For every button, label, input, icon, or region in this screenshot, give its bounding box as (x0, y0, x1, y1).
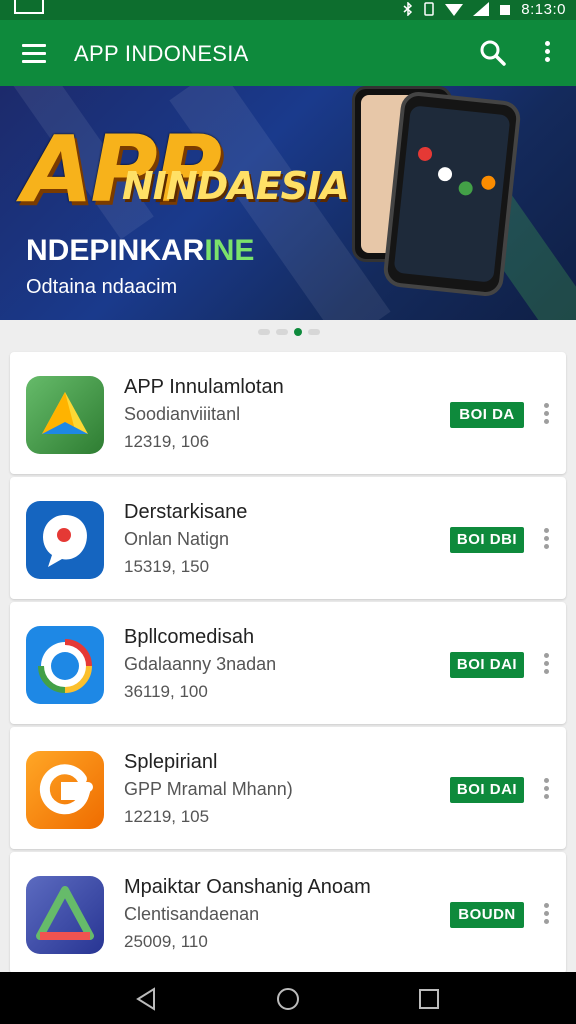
item-overflow-icon[interactable] (538, 400, 554, 430)
app-list-item[interactable]: Splepirianl GPP Mramal Mhann) 12219, 105… (10, 727, 566, 849)
item-overflow-icon[interactable] (538, 775, 554, 805)
vibrate-icon (424, 2, 435, 16)
status-icons: 8:13:0 (403, 0, 566, 18)
app-name: APP Innulamlotan (124, 376, 284, 398)
carousel-dot[interactable] (276, 329, 288, 335)
carousel-indicator[interactable] (258, 328, 320, 336)
banner-heading-main: NDEPINKAR (26, 234, 205, 267)
install-button[interactable]: BOI DA (450, 402, 524, 428)
app-download-count: 12219, 105 (124, 807, 210, 826)
install-button[interactable]: BOI DBI (450, 527, 524, 553)
app-developer: Onlan Natign (124, 529, 230, 549)
app-bar: APP INDONESIA (0, 20, 576, 86)
app-list-item[interactable]: Mpaiktar Oanshanig Anoam Clentisandaenan… (10, 852, 566, 974)
install-button[interactable]: BOI DAI (450, 652, 524, 678)
app-download-count: 36119, 100 (124, 682, 208, 701)
banner-heading: NDEPINKARINE (26, 234, 254, 268)
app-download-count: 12319, 106 (124, 432, 210, 451)
banner-subheading: Odtaina ndaacim (26, 276, 178, 298)
app-developer: GPP Mramal Mhann) (124, 779, 293, 799)
app-download-count: 25009, 110 (124, 932, 208, 951)
app-title: APP INDONESIA (74, 41, 249, 66)
battery-icon (500, 5, 511, 15)
overflow-menu-icon[interactable] (532, 38, 562, 68)
app-developer: Clentisandaenan (124, 904, 260, 924)
app-download-count: 15319, 150 (124, 557, 210, 576)
chat-bubble-icon (26, 501, 104, 579)
item-overflow-icon[interactable] (538, 650, 554, 680)
notification-icon (14, 0, 44, 14)
letter-g-icon (26, 751, 104, 829)
menu-icon[interactable] (20, 41, 48, 65)
recents-icon[interactable] (416, 986, 442, 1012)
app-name: Splepirianl (124, 751, 218, 773)
item-overflow-icon[interactable] (538, 525, 554, 555)
home-icon[interactable] (275, 986, 301, 1012)
promo-banner[interactable]: APP NINDAESIA NDEPINKARINE Odtaina ndaac… (0, 86, 576, 320)
banner-heading-accent: INE (204, 234, 255, 267)
bluetooth-icon (403, 2, 413, 16)
system-nav-bar (0, 972, 576, 1024)
banner-title-overlay: NINDAESIA (122, 164, 350, 208)
ring-icon (26, 626, 104, 704)
item-overflow-icon[interactable] (538, 900, 554, 930)
app-list-item[interactable]: Derstarkisane Onlan Natign 15319, 150 BO… (10, 477, 566, 599)
wifi-icon (445, 4, 464, 16)
install-button[interactable]: BOUDN (450, 902, 524, 928)
app-list-item[interactable]: APP Innulamlotan Soodianviiitanl 12319, … (10, 352, 566, 474)
install-button[interactable]: BOI DAI (450, 777, 524, 803)
search-icon[interactable] (478, 38, 508, 68)
signal-icon (473, 2, 490, 16)
triangle-icon (26, 876, 104, 954)
app-developer: Gdalaanny 3nadan (124, 654, 277, 674)
app-developer: Soodianviiitanl (124, 404, 241, 424)
carousel-dot[interactable] (308, 329, 320, 335)
triangle-play-icon (26, 376, 104, 454)
phone-image (382, 90, 522, 298)
status-time: 8:13:0 (521, 0, 566, 18)
app-list-item[interactable]: Bpllcomedisah Gdalaanny 3nadan 36119, 10… (10, 602, 566, 724)
carousel-dot[interactable] (258, 329, 270, 335)
carousel-dot-active[interactable] (294, 328, 302, 336)
back-icon[interactable] (134, 986, 160, 1012)
app-name: Derstarkisane (124, 501, 248, 523)
app-name: Mpaiktar Oanshanig Anoam (124, 876, 371, 898)
app-name: Bpllcomedisah (124, 626, 255, 648)
status-bar: 8:13:0 (0, 0, 576, 20)
